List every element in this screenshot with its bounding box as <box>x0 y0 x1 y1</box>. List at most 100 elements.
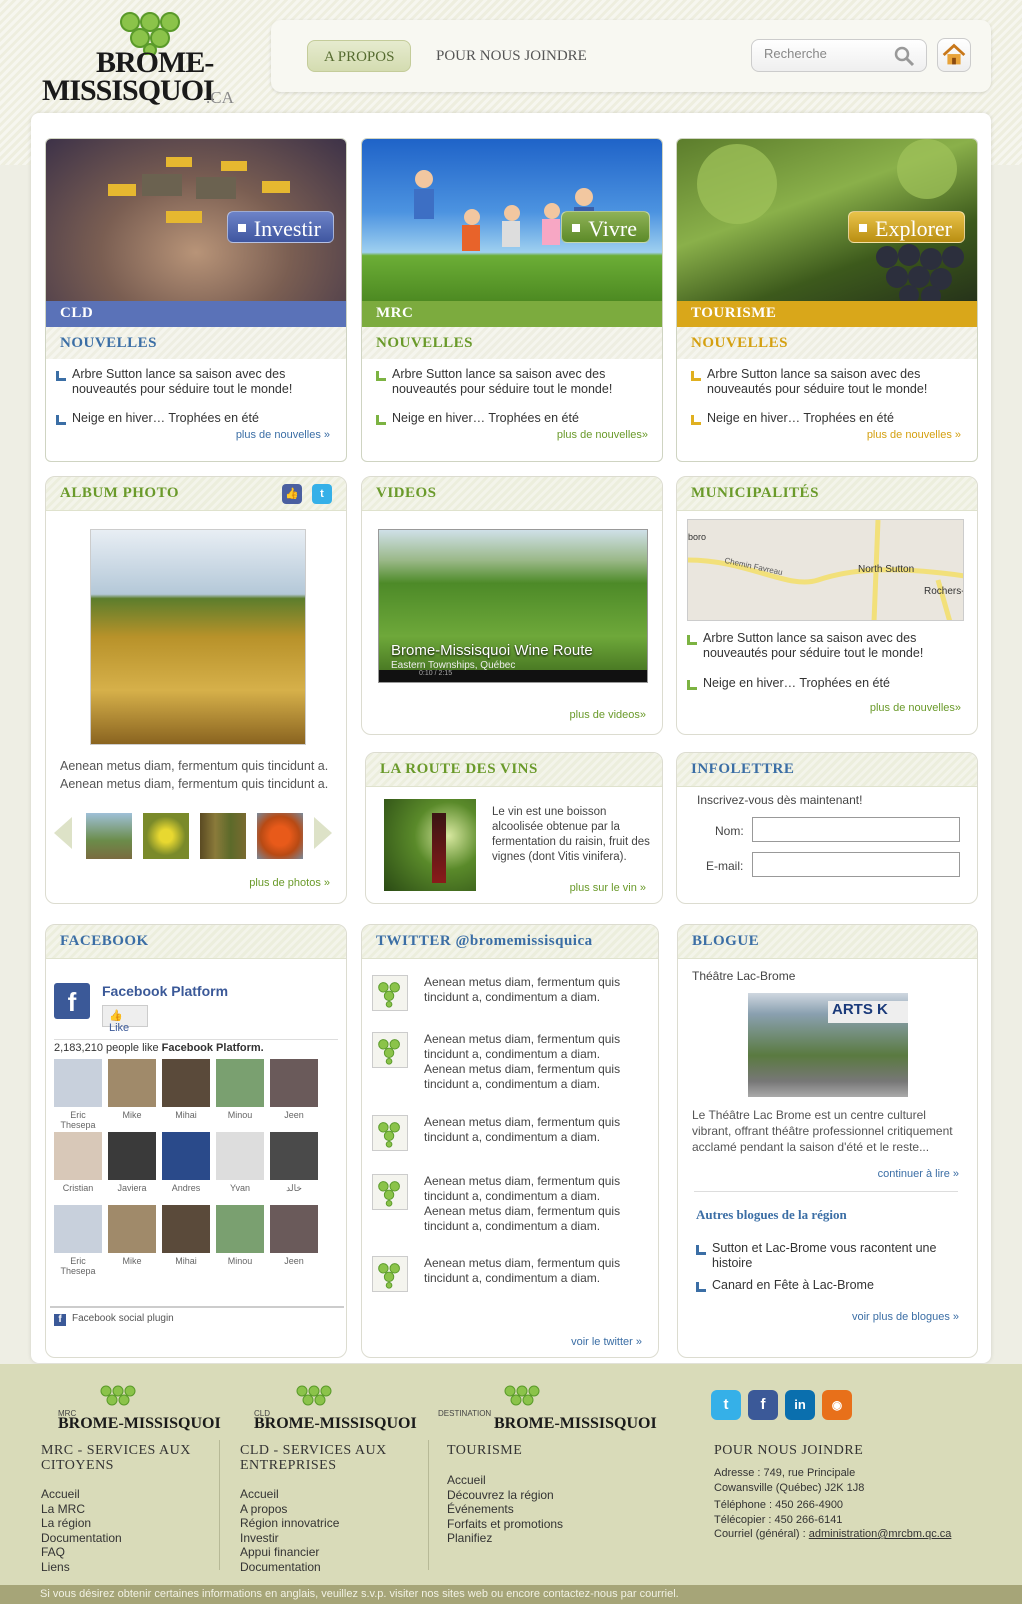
more-videos-link[interactable]: plus de videos» <box>570 709 646 721</box>
blog-post-title[interactable]: Théâtre Lac-Brome <box>692 969 795 983</box>
home-button[interactable] <box>937 38 971 72</box>
video-player[interactable]: Brome-Missisquoi Wine Route Eastern Town… <box>378 529 648 683</box>
prev-arrow-icon[interactable] <box>54 817 72 849</box>
contact-email-link[interactable]: administration@mrcbm.qc.ca <box>809 1528 952 1540</box>
grape-avatar-icon[interactable] <box>372 1032 408 1068</box>
footer-link[interactable]: La MRC <box>41 1502 122 1517</box>
fan-name[interactable]: Mihai <box>160 1256 212 1266</box>
fan-name[interactable]: Jeen <box>268 1256 320 1266</box>
footer-link[interactable]: A propos <box>240 1502 339 1517</box>
fan-avatar[interactable] <box>54 1059 102 1107</box>
fan-name[interactable]: Minou <box>214 1110 266 1120</box>
news-item[interactable]: Neige en hiver… Trophées en été <box>687 676 957 691</box>
fan-name[interactable]: Cristian <box>52 1183 104 1193</box>
footer-link[interactable]: Accueil <box>240 1487 339 1502</box>
twitter-icon[interactable]: t <box>711 1390 741 1420</box>
footer-link[interactable]: Découvrez la région <box>447 1488 563 1503</box>
fan-avatar[interactable] <box>216 1132 264 1180</box>
fan-avatar[interactable] <box>108 1132 156 1180</box>
footer-link[interactable]: Liens <box>41 1560 122 1575</box>
footer-link[interactable]: Événements <box>447 1502 563 1517</box>
footer-link[interactable]: Accueil <box>41 1487 122 1502</box>
footer-link[interactable]: Planifiez <box>447 1531 563 1546</box>
next-arrow-icon[interactable] <box>314 817 332 849</box>
footer-link[interactable]: Appui financier <box>240 1545 339 1560</box>
fan-avatar[interactable] <box>216 1205 264 1253</box>
tag-vivre[interactable]: Vivre <box>561 211 650 243</box>
search-icon[interactable] <box>892 44 916 68</box>
fan-avatar[interactable] <box>108 1205 156 1253</box>
news-item[interactable]: Arbre Sutton lance sa saison avec des no… <box>687 631 957 661</box>
thumbnail[interactable] <box>86 813 132 859</box>
wheat-photo[interactable] <box>90 529 306 745</box>
tag-explorer[interactable]: Explorer <box>848 211 965 243</box>
fan-name[interactable]: Mike <box>106 1110 158 1120</box>
footer-link[interactable]: Accueil <box>447 1473 563 1488</box>
footer-link[interactable]: Investir <box>240 1531 339 1546</box>
more-wine-link[interactable]: plus sur le vin » <box>570 882 646 894</box>
thumbnail[interactable] <box>143 813 189 859</box>
facebook-like-icon[interactable]: 👍 <box>282 484 302 504</box>
fan-name[interactable]: Minou <box>214 1256 266 1266</box>
other-blog-item[interactable]: Sutton et Lac-Brome vous racontent une h… <box>696 1241 956 1271</box>
twitter-icon[interactable]: t <box>312 484 332 504</box>
video-controls[interactable]: 0:10 / 2:15 <box>379 670 647 682</box>
fan-name[interactable]: Eric Thesepa <box>52 1110 104 1130</box>
blog-photo[interactable]: ARTS K <box>748 993 908 1097</box>
thumbnail[interactable] <box>257 813 303 859</box>
grape-avatar-icon[interactable] <box>372 1174 408 1210</box>
more-news-link[interactable]: plus de nouvelles » <box>867 429 961 441</box>
fan-avatar[interactable] <box>162 1205 210 1253</box>
fan-name[interactable]: Andres <box>160 1183 212 1193</box>
grape-avatar-icon[interactable] <box>372 1256 408 1292</box>
footer-link[interactable]: La région <box>41 1516 122 1531</box>
other-blog-item[interactable]: Canard en Fête à Lac-Brome <box>696 1278 956 1293</box>
footer-link[interactable]: Forfaits et promotions <box>447 1517 563 1532</box>
fan-name[interactable]: Mihai <box>160 1110 212 1120</box>
nom-input[interactable] <box>752 817 960 842</box>
more-news-link[interactable]: plus de nouvelles » <box>236 429 330 441</box>
map[interactable]: North Sutton Chemin Favreau Rochers- bor… <box>687 519 964 621</box>
more-news-link[interactable]: plus de nouvelles» <box>870 702 961 714</box>
facebook-icon[interactable]: f <box>748 1390 778 1420</box>
more-news-link[interactable]: plus de nouvelles» <box>557 429 648 441</box>
fan-avatar[interactable] <box>270 1132 318 1180</box>
thumbnail[interactable] <box>200 813 246 859</box>
search-input[interactable]: Recherche <box>751 39 927 72</box>
news-item[interactable]: Neige en hiver… Trophées en été <box>376 411 646 426</box>
footer-link[interactable]: FAQ <box>41 1545 122 1560</box>
fan-avatar[interactable] <box>216 1059 264 1107</box>
more-blogs-link[interactable]: voir plus de blogues » <box>852 1311 959 1323</box>
continue-reading-link[interactable]: continuer à lire » <box>878 1168 959 1180</box>
facebook-plugin-label[interactable]: Facebook social plugin <box>72 1313 174 1324</box>
news-item[interactable]: Arbre Sutton lance sa saison avec des no… <box>56 367 326 397</box>
fan-name[interactable]: خالد <box>268 1183 320 1194</box>
news-item[interactable]: Neige en hiver… Trophées en été <box>691 411 961 426</box>
nav-pour-nous-joindre[interactable]: POUR NOUS JOINDRE <box>420 40 603 72</box>
more-twitter-link[interactable]: voir le twitter » <box>571 1336 642 1348</box>
wine-photo[interactable] <box>384 799 476 891</box>
linkedin-icon[interactable]: in <box>785 1390 815 1420</box>
news-item[interactable]: Arbre Sutton lance sa saison avec des no… <box>376 367 646 397</box>
facebook-page-name[interactable]: Facebook Platform <box>102 983 228 999</box>
grape-avatar-icon[interactable] <box>372 1115 408 1151</box>
news-item[interactable]: Neige en hiver… Trophées en été <box>56 411 326 426</box>
grape-avatar-icon[interactable] <box>372 975 408 1011</box>
fan-avatar[interactable] <box>54 1132 102 1180</box>
fan-avatar[interactable] <box>54 1205 102 1253</box>
site-logo[interactable]: BROME- MISSISQUOI .CA <box>40 10 250 107</box>
like-button[interactable]: 👍Like <box>102 1005 148 1034</box>
footer-link[interactable]: Région innovatrice <box>240 1516 339 1531</box>
fan-name[interactable]: Yvan <box>214 1183 266 1193</box>
email-input[interactable] <box>752 852 960 877</box>
fan-avatar[interactable] <box>162 1132 210 1180</box>
fan-name[interactable]: Eric Thesepa <box>52 1256 104 1276</box>
footer-link[interactable]: Documentation <box>41 1531 122 1546</box>
nav-a-propos[interactable]: A PROPOS <box>307 40 412 72</box>
fan-avatar[interactable] <box>270 1205 318 1253</box>
news-item[interactable]: Arbre Sutton lance sa saison avec des no… <box>691 367 961 397</box>
tag-investir[interactable]: Investir <box>226 211 334 243</box>
fan-avatar[interactable] <box>162 1059 210 1107</box>
fan-name[interactable]: Mike <box>106 1256 158 1266</box>
footer-link[interactable]: Documentation <box>240 1560 339 1575</box>
